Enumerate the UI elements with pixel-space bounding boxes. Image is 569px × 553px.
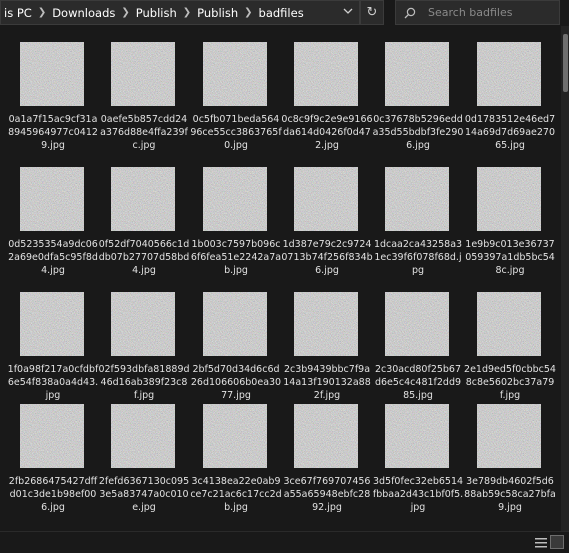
file-item[interactable]: 0c8c9f9c2e9e9166da614d0426f0d472.jpg [281, 29, 373, 153]
file-item[interactable]: 3ce67f769707456a55a65948ebfc2892.jpg [281, 391, 373, 515]
file-name: 0a1a7f15ac9cf31a8945964977c04129.jpg [8, 114, 98, 151]
file-thumbnail [477, 292, 541, 356]
file-item[interactable]: 1d387e79c2c97240713b74f256f834b6.jpg [281, 154, 373, 278]
file-item[interactable]: 0c37678b5296edda35d55bdbf3fe2906.jpg [372, 29, 464, 153]
file-name: 0aefe5b857cdd24a376d88e4ffa239fc.jpg [100, 114, 188, 151]
file-item[interactable]: 0f52df7040566c1ddb07b27707d58bd4.jpg [98, 154, 190, 278]
file-thumbnail [294, 404, 358, 468]
search-input[interactable] [426, 5, 550, 20]
chevron-right-icon[interactable]: ❯ [241, 7, 255, 18]
file-thumbnail [111, 167, 175, 231]
chevron-right-icon[interactable]: ❯ [118, 7, 132, 18]
breadcrumb-badfiles[interactable]: badfiles [256, 6, 307, 20]
file-thumbnail [203, 167, 267, 231]
file-name: 0d5235354a9dc062a69e0dfa5c95f8d4.jpg [8, 239, 98, 276]
toolbar: is PC ❯ Downloads ❯ Publish ❯ Publish ❯ … [0, 0, 569, 26]
chevron-right-icon[interactable]: ❯ [180, 7, 194, 18]
file-item[interactable]: 1dcaa2ca43258a31ec39f6f078f68d.jpg [372, 154, 464, 278]
file-thumbnail [477, 167, 541, 231]
refresh-icon: ↻ [366, 5, 378, 20]
file-thumbnail [385, 292, 449, 356]
file-thumbnail [203, 292, 267, 356]
file-thumbnail [294, 167, 358, 231]
file-thumbnail [20, 292, 84, 356]
file-name: 3d5f0fec32eb6514fbbaa2d43c1bf0f5.jpg [372, 476, 464, 513]
file-thumbnail [111, 292, 175, 356]
file-thumbnail [385, 404, 449, 468]
file-item[interactable]: 1f0a98f217a0cfdbf6e54f838a0a4d43.jpg [7, 279, 99, 403]
file-item[interactable]: 0d5235354a9dc062a69e0dfa5c95f8d4.jpg [7, 154, 99, 278]
file-item[interactable]: 2fefd6367130c0953e5a83747a0c010e.jpg [98, 391, 190, 515]
file-thumbnail [20, 404, 84, 468]
file-name: 3ce67f769707456a55a65948ebfc2892.jpg [283, 476, 371, 513]
file-name: 1e9b9c013e36737059397a1db5bc548c.jpg [465, 239, 555, 276]
file-thumbnail [477, 404, 541, 468]
scrollbar-thumb[interactable] [563, 34, 568, 92]
vertical-scrollbar[interactable] [561, 26, 569, 531]
file-thumbnail [385, 167, 449, 231]
thumbnails-view-icon[interactable] [550, 535, 564, 549]
refresh-button[interactable]: ↻ [360, 0, 384, 25]
file-name: 1d387e79c2c97240713b74f256f834b6.jpg [281, 239, 373, 276]
file-item[interactable]: 2e1d9ed5f0cbbc548c8e5602bc37a79f.jpg [464, 279, 556, 403]
file-item[interactable]: 2bf5d70d34d6c6d26d106606b0ea3077.jpg [190, 279, 282, 403]
file-name: 3e789db4602f5d688ab59c58ca27bfa9.jpg [464, 476, 556, 513]
file-thumbnail [385, 42, 449, 106]
search-icon [404, 7, 416, 18]
file-item[interactable]: 0c5fb071beda56496ce55cc3863765f0.jpg [190, 29, 282, 153]
file-name: 2fefd6367130c0953e5a83747a0c010e.jpg [98, 476, 190, 513]
file-item[interactable]: 3c4138ea22e0ab9ce7c21ac6c17cc2db.jpg [190, 391, 282, 515]
file-thumbnail [203, 42, 267, 106]
file-item[interactable]: 3d5f0fec32eb6514fbbaa2d43c1bf0f5.jpg [372, 391, 464, 515]
breadcrumb-publish-2[interactable]: Publish [194, 6, 241, 20]
file-thumbnail [111, 404, 175, 468]
file-thumbnail [111, 42, 175, 106]
file-name: 0c37678b5296edda35d55bdbf3fe2906.jpg [372, 114, 464, 151]
breadcrumb-downloads[interactable]: Downloads [49, 6, 118, 20]
file-item[interactable]: 0aefe5b857cdd24a376d88e4ffa239fc.jpg [98, 29, 190, 153]
file-name: 1dcaa2ca43258a31ec39f6f078f68d.jpg [373, 239, 463, 276]
file-item[interactable]: 1b003c7597b096c6f6fea51e2242a7ab.jpg [190, 154, 282, 278]
file-thumbnail [294, 42, 358, 106]
file-name: 2fb2686475427dffd01c3de1b98ef006.jpg [8, 476, 98, 513]
file-name: 0d1783512e46ed714a69d7d69ae27065.jpg [464, 114, 556, 151]
file-item[interactable]: 2fb2686475427dffd01c3de1b98ef006.jpg [7, 391, 99, 515]
file-thumbnail [20, 42, 84, 106]
file-thumbnail [294, 292, 358, 356]
details-view-icon[interactable] [535, 537, 547, 549]
chevron-down-icon[interactable] [343, 6, 353, 16]
file-list[interactable]: 0a1a7f15ac9cf31a8945964977c04129.jpg 0aef… [0, 26, 561, 531]
file-name: 3c4138ea22e0ab9ce7c21ac6c17cc2db.jpg [190, 476, 282, 513]
file-item[interactable]: 1e9b9c013e36737059397a1db5bc548c.jpg [464, 154, 556, 278]
chevron-right-icon[interactable]: ❯ [35, 7, 49, 18]
file-item[interactable]: 2c3b9439bbc7f9a14a13f190132a882f.jpg [281, 279, 373, 403]
file-name: 0f52df7040566c1ddb07b27707d58bd4.jpg [98, 239, 190, 276]
file-name: 1b003c7597b096c6f6fea51e2242a7ab.jpg [190, 239, 282, 276]
status-bar [0, 531, 569, 553]
file-item[interactable]: 2c30acd80f25b67d6e5c4c481f2dd985.jpg [372, 279, 464, 403]
breadcrumb-publish[interactable]: Publish [133, 6, 180, 20]
file-name: 0c5fb071beda56496ce55cc3863765f0.jpg [190, 114, 282, 151]
file-item[interactable]: 3e789db4602f5d688ab59c58ca27bfa9.jpg [464, 391, 556, 515]
address-bar[interactable]: is PC ❯ Downloads ❯ Publish ❯ Publish ❯ … [0, 0, 360, 25]
file-thumbnail [203, 404, 267, 468]
file-item[interactable]: 0d1783512e46ed714a69d7d69ae27065.jpg [464, 29, 556, 153]
breadcrumb-this-pc[interactable]: is PC [1, 6, 35, 20]
file-name: 0c8c9f9c2e9e9166da614d0426f0d472.jpg [281, 114, 373, 151]
file-item[interactable]: 0a1a7f15ac9cf31a8945964977c04129.jpg [7, 29, 99, 153]
file-thumbnail [477, 42, 541, 106]
file-item[interactable]: 02f593dbfa81889d46d16ab389f23c8f.jpg [98, 279, 190, 403]
file-thumbnail [20, 167, 84, 231]
search-box[interactable] [395, 0, 560, 25]
